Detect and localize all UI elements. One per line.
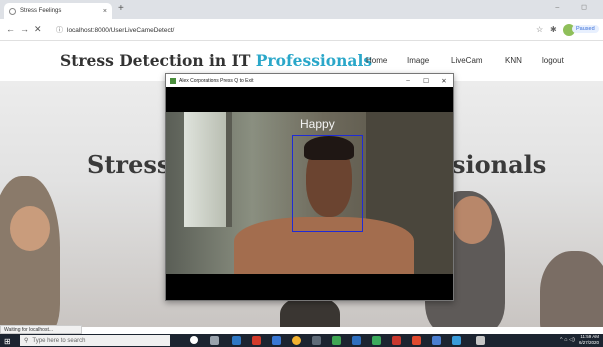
- address-bar-row: ← → ✕ ⓘ localhost:8000/UserLiveCameDetec…: [0, 19, 603, 41]
- browser-tab-strip: Stress Feelings × + – ◻: [0, 0, 603, 19]
- taskbar-search-box[interactable]: ⚲ Type here to search: [20, 335, 170, 346]
- bookmark-star-icon[interactable]: ☆: [536, 25, 543, 34]
- search-placeholder: Type here to search: [32, 337, 86, 344]
- camera-feed: Happy: [166, 112, 453, 274]
- browser-status-bubble: Waiting for localhost...: [0, 325, 82, 334]
- nav-knn[interactable]: KNN: [505, 56, 522, 65]
- tab-close-icon[interactable]: ×: [103, 8, 107, 15]
- nav-home[interactable]: Home: [366, 56, 387, 65]
- chrome-icon[interactable]: [292, 336, 301, 345]
- site-brand[interactable]: Stress Detection in IT Professionals: [60, 51, 372, 70]
- new-tab-button[interactable]: +: [118, 3, 124, 14]
- window-background: [184, 112, 232, 227]
- cortana-icon[interactable]: [190, 336, 198, 344]
- nav-image[interactable]: Image: [407, 56, 429, 65]
- nav-livecam[interactable]: LiveCam: [451, 56, 483, 65]
- taskbar-app-icon-2[interactable]: [252, 336, 261, 345]
- profile-status-badge[interactable]: Paused: [572, 25, 599, 33]
- hero-person-far-right: [540, 251, 603, 327]
- stop-loading-icon[interactable]: ✕: [34, 24, 42, 35]
- taskbar-app-icon-4[interactable]: [312, 336, 321, 345]
- forward-arrow-icon[interactable]: →: [20, 24, 29, 34]
- taskbar-app-icon-11[interactable]: [452, 336, 461, 345]
- extensions-icon[interactable]: ✱: [550, 25, 557, 34]
- hero-title-left: Stress: [87, 150, 171, 179]
- address-bar[interactable]: ⓘ localhost:8000/UserLiveCameDetect/: [56, 23, 526, 37]
- browser-tab[interactable]: Stress Feelings ×: [4, 3, 112, 19]
- taskbar-app-icon-7[interactable]: [372, 336, 381, 345]
- loading-icon: [9, 7, 16, 15]
- brand-accent-text: Professionals: [255, 51, 373, 70]
- minimize-button[interactable]: –: [399, 77, 417, 84]
- emotion-label: Happy: [300, 117, 335, 131]
- nav-logout[interactable]: logout: [542, 56, 564, 65]
- clock-date: 6/27/2020: [578, 340, 599, 345]
- hero-face-right: [452, 196, 492, 244]
- task-view-icon[interactable]: [210, 336, 219, 345]
- windows-taskbar: ⊞ ⚲ Type here to search ^ ⌂ ◁) 11:59 AM …: [0, 334, 603, 347]
- taskbar-app-icon-3[interactable]: [272, 336, 281, 345]
- hero-face-left: [10, 206, 50, 251]
- hero-title-right: sionals: [452, 150, 547, 179]
- url-text[interactable]: localhost:8000/UserLiveCameDetect/: [67, 27, 174, 34]
- face-detection-box: [292, 135, 363, 232]
- screen: Stress Feelings × + – ◻ ← → ✕ ⓘ localhos…: [0, 0, 603, 347]
- taskbar-app-icon-10[interactable]: [432, 336, 441, 345]
- window-controls[interactable]: – ◻: [555, 3, 597, 11]
- taskbar-clock[interactable]: 11:59 AM 6/27/2020: [579, 334, 599, 346]
- close-button[interactable]: ✕: [435, 77, 453, 85]
- search-icon: ⚲: [24, 338, 29, 344]
- brand-main-text: Stress Detection in IT: [60, 51, 256, 70]
- back-arrow-icon[interactable]: ←: [6, 24, 15, 34]
- taskbar-app-icon-5[interactable]: [332, 336, 341, 345]
- taskbar-app-icon-12[interactable]: [476, 336, 485, 345]
- taskbar-app-icon-9[interactable]: [412, 336, 421, 345]
- windows-start-icon[interactable]: ⊞: [4, 337, 11, 346]
- app-icon: [170, 77, 176, 84]
- site-info-icon[interactable]: ⓘ: [56, 25, 63, 35]
- taskbar-app-icon-8[interactable]: [392, 336, 401, 345]
- system-tray-icons[interactable]: ^ ⌂ ◁): [560, 337, 575, 343]
- webcam-window[interactable]: Alex Corporations Press Q to Exit – ☐ ✕ …: [165, 73, 454, 301]
- webcam-window-titlebar[interactable]: Alex Corporations Press Q to Exit – ☐ ✕: [166, 74, 453, 87]
- maximize-button[interactable]: ☐: [417, 77, 435, 85]
- tab-title: Stress Feelings: [20, 8, 62, 14]
- hero-person-left: [0, 176, 60, 327]
- taskbar-app-icon-6[interactable]: [352, 336, 361, 345]
- taskbar-app-icon-1[interactable]: [232, 336, 241, 345]
- webcam-window-title: Alex Corporations Press Q to Exit: [179, 77, 254, 84]
